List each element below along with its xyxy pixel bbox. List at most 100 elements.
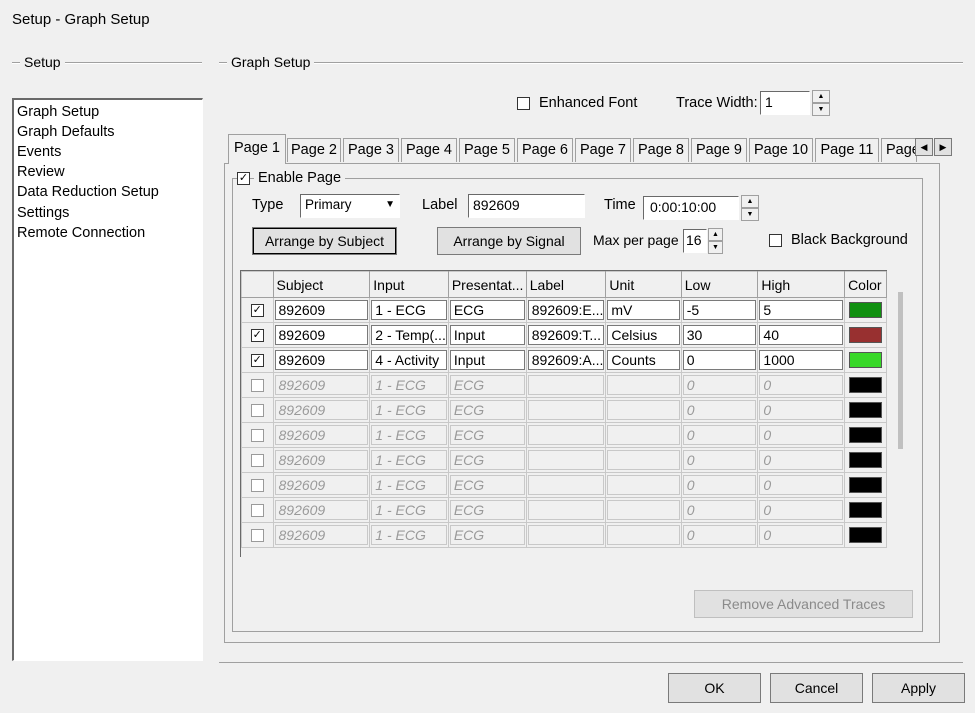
cell-presentation[interactable]: ECG bbox=[449, 400, 525, 420]
cell-low[interactable]: 0 bbox=[682, 525, 757, 545]
tab-scroll-left-icon[interactable]: ◀ bbox=[915, 138, 933, 156]
cell-subject[interactable]: 892609 bbox=[274, 525, 369, 545]
column-header[interactable]: High bbox=[757, 271, 846, 298]
cell-input[interactable]: 1 - ECG bbox=[371, 450, 447, 470]
cell-subject[interactable]: 892609 bbox=[274, 500, 369, 520]
cell-subject[interactable]: 892609 bbox=[274, 425, 369, 445]
cell-high[interactable]: 40 bbox=[759, 325, 844, 345]
cell-subject[interactable]: 892609 bbox=[274, 325, 369, 345]
cell-high[interactable]: 0 bbox=[759, 400, 844, 420]
arrange-by-signal-button[interactable]: Arrange by Signal bbox=[437, 227, 581, 255]
tab-page-2[interactable]: Page 2 bbox=[287, 138, 341, 162]
cell-low[interactable]: 0 bbox=[682, 375, 757, 395]
cell-high[interactable]: 0 bbox=[759, 475, 844, 495]
cell-presentation[interactable]: ECG bbox=[449, 375, 525, 395]
tab-page-6[interactable]: Page 6 bbox=[517, 138, 573, 162]
cell-unit[interactable]: mV bbox=[607, 300, 680, 320]
cell-high[interactable]: 1000 bbox=[759, 350, 844, 370]
setup-category-list[interactable]: Graph Setup Graph Defaults Events Review… bbox=[12, 98, 203, 661]
trace-width-spinner[interactable]: ▲ ▼ bbox=[812, 90, 830, 116]
row-enable-checkbox[interactable] bbox=[250, 503, 264, 517]
cell-label[interactable] bbox=[527, 400, 605, 420]
cell-label[interactable] bbox=[527, 475, 605, 495]
cell-low[interactable]: 0 bbox=[682, 450, 757, 470]
tab-scroll-right-icon[interactable]: ▶ bbox=[934, 138, 952, 156]
cell-unit[interactable] bbox=[607, 425, 680, 445]
cell-low[interactable]: 0 bbox=[682, 400, 757, 420]
cell-unit[interactable] bbox=[607, 375, 680, 395]
cell-label[interactable] bbox=[527, 450, 605, 470]
cell-label[interactable] bbox=[527, 525, 605, 545]
cell-low[interactable]: 0 bbox=[682, 350, 757, 370]
cell-high[interactable]: 0 bbox=[759, 525, 844, 545]
cell-low[interactable]: 0 bbox=[682, 425, 757, 445]
cell-presentation[interactable]: ECG bbox=[449, 450, 525, 470]
tab-page-7[interactable]: Page 7 bbox=[575, 138, 631, 162]
cell-input[interactable]: 4 - Activity bbox=[371, 350, 447, 370]
trace-color-swatch[interactable] bbox=[849, 427, 882, 443]
column-header[interactable]: Subject bbox=[272, 271, 371, 298]
trace-color-swatch[interactable] bbox=[849, 477, 882, 493]
cell-unit[interactable]: Celsius bbox=[607, 325, 680, 345]
cell-low[interactable]: 0 bbox=[682, 475, 757, 495]
cell-label[interactable] bbox=[527, 500, 605, 520]
table-row[interactable]: 892609 1 - ECG ECG 0 0 bbox=[241, 372, 887, 398]
cell-label[interactable]: 892609:T... bbox=[527, 325, 605, 345]
cell-label[interactable]: 892609:E... bbox=[527, 300, 605, 320]
trace-color-swatch[interactable] bbox=[849, 452, 882, 468]
row-enable-checkbox[interactable]: ✓ bbox=[250, 353, 264, 367]
cell-presentation[interactable]: ECG bbox=[449, 525, 525, 545]
cell-input[interactable]: 1 - ECG bbox=[371, 525, 447, 545]
cell-low[interactable]: -5 bbox=[682, 300, 757, 320]
trace-color-swatch[interactable] bbox=[849, 527, 882, 543]
column-header[interactable]: Label bbox=[525, 271, 607, 298]
trace-color-swatch[interactable] bbox=[849, 352, 882, 368]
spin-up-icon[interactable]: ▲ bbox=[812, 90, 830, 103]
enable-page-checkbox[interactable]: ✓ bbox=[237, 172, 250, 185]
row-enable-checkbox[interactable]: ✓ bbox=[250, 328, 264, 342]
table-row[interactable]: 892609 1 - ECG ECG 0 0 bbox=[241, 472, 887, 498]
cell-input[interactable]: 1 - ECG bbox=[371, 300, 447, 320]
apply-button[interactable]: Apply bbox=[872, 673, 965, 703]
cell-unit[interactable]: Counts bbox=[607, 350, 680, 370]
cell-presentation[interactable]: ECG bbox=[449, 500, 525, 520]
row-enable-checkbox[interactable] bbox=[250, 403, 264, 417]
cell-unit[interactable] bbox=[607, 525, 680, 545]
column-header[interactable] bbox=[241, 271, 274, 298]
row-enable-checkbox[interactable] bbox=[250, 453, 264, 467]
cell-high[interactable]: 0 bbox=[759, 375, 844, 395]
cell-input[interactable]: 2 - Temp(... bbox=[371, 325, 447, 345]
cell-presentation[interactable]: Input bbox=[449, 325, 525, 345]
list-item-review[interactable]: Review bbox=[17, 163, 65, 181]
tab-page-9[interactable]: Page 9 bbox=[691, 138, 747, 162]
black-background-checkbox[interactable] bbox=[769, 234, 782, 247]
tab-page-5[interactable]: Page 5 bbox=[459, 138, 515, 162]
row-enable-checkbox[interactable] bbox=[250, 428, 264, 442]
trace-color-swatch[interactable] bbox=[849, 502, 882, 518]
cell-subject[interactable]: 892609 bbox=[274, 375, 369, 395]
spin-down-icon[interactable]: ▼ bbox=[708, 241, 723, 254]
list-item-graph-defaults[interactable]: Graph Defaults bbox=[17, 123, 115, 141]
row-enable-checkbox[interactable] bbox=[250, 478, 264, 492]
spin-up-icon[interactable]: ▲ bbox=[741, 195, 759, 208]
trace-color-swatch[interactable] bbox=[849, 377, 882, 393]
cell-presentation[interactable]: ECG bbox=[449, 300, 525, 320]
time-input[interactable]: 0:00:10:00 bbox=[643, 196, 739, 220]
tab-page-10[interactable]: Page 10 bbox=[749, 138, 813, 162]
table-row[interactable]: ✓ 892609 1 - ECG ECG 892609:E... mV -5 5 bbox=[241, 297, 887, 323]
cell-unit[interactable] bbox=[607, 500, 680, 520]
tab-page-11[interactable]: Page 11 bbox=[815, 138, 879, 162]
trace-grid[interactable]: Subject Input Presentat... Label Unit Low High… bbox=[240, 270, 887, 557]
row-enable-checkbox[interactable] bbox=[250, 378, 264, 392]
type-select[interactable]: Primary ▼ bbox=[300, 194, 400, 218]
time-spinner[interactable]: ▲ ▼ bbox=[741, 195, 759, 221]
row-enable-checkbox[interactable] bbox=[250, 528, 264, 542]
column-header[interactable]: Low bbox=[680, 271, 759, 298]
cell-label[interactable]: 892609:A... bbox=[527, 350, 605, 370]
cell-subject[interactable]: 892609 bbox=[274, 450, 369, 470]
cell-input[interactable]: 1 - ECG bbox=[371, 425, 447, 445]
enhanced-font-checkbox[interactable] bbox=[517, 97, 530, 110]
cell-input[interactable]: 1 - ECG bbox=[371, 400, 447, 420]
cell-presentation[interactable]: ECG bbox=[449, 425, 525, 445]
cell-high[interactable]: 0 bbox=[759, 450, 844, 470]
